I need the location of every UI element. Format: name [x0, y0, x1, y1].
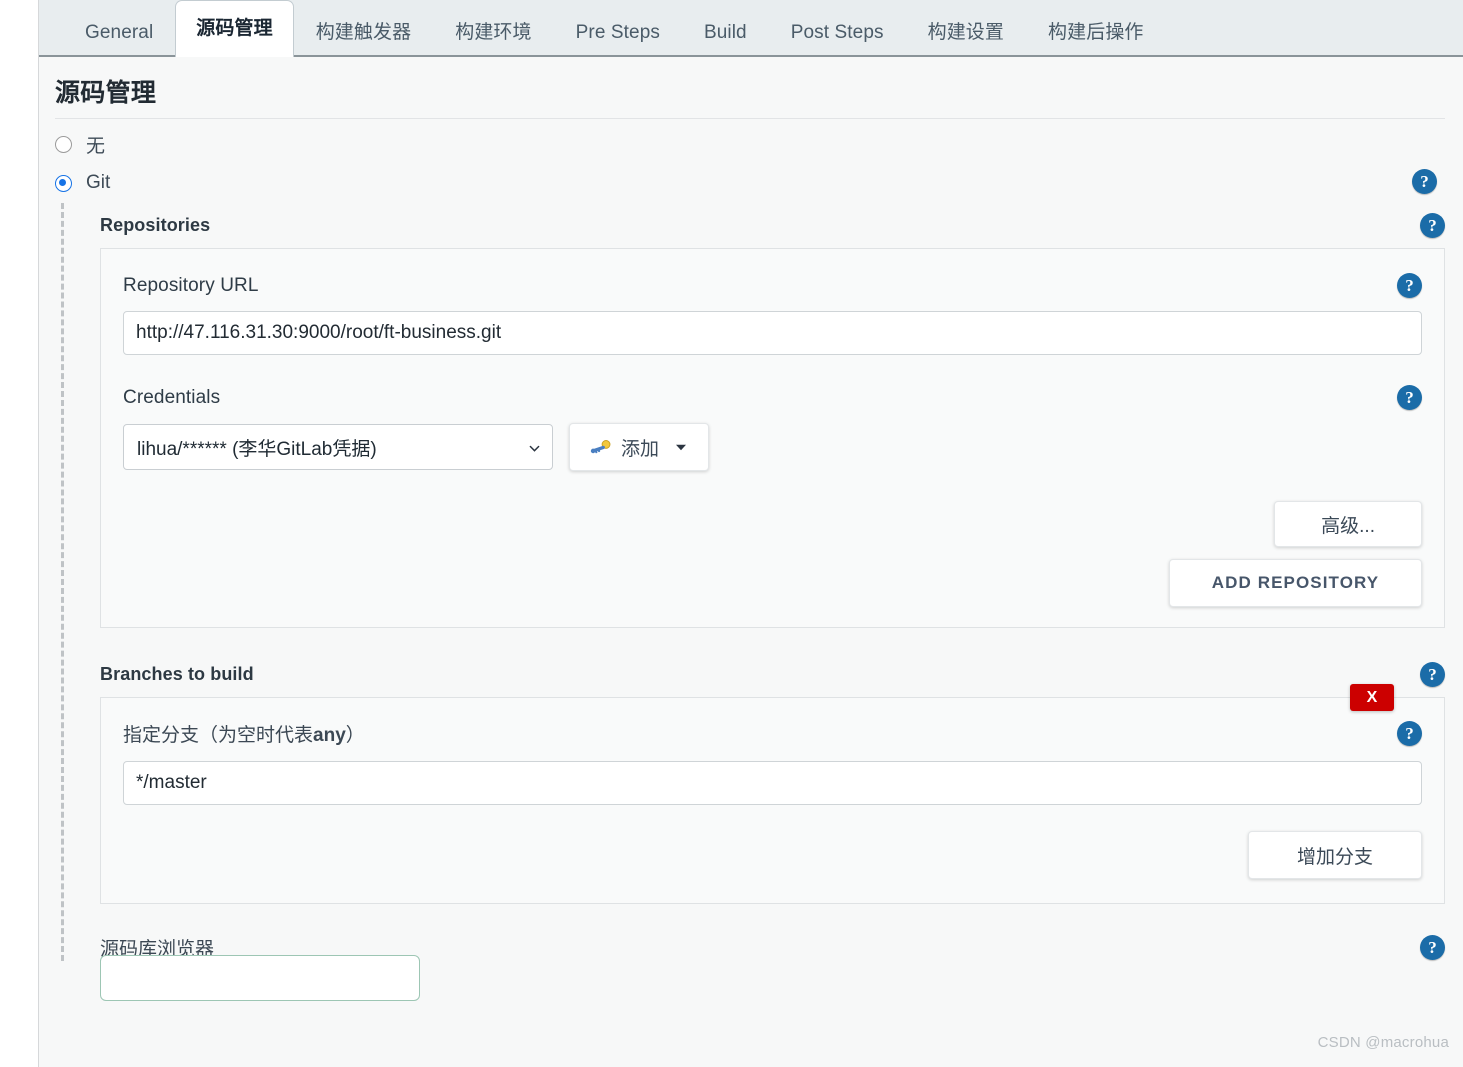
- add-repository-button[interactable]: ADD REPOSITORY: [1169, 559, 1422, 607]
- branch-panel: X 指定分支（为空时代表any） ? 增加分支: [100, 684, 1445, 904]
- radio-git[interactable]: [55, 174, 72, 192]
- branches-header: Branches to build ?: [100, 662, 1445, 687]
- caret-down-icon: [676, 444, 687, 451]
- tab-pre-steps[interactable]: Pre Steps: [554, 11, 682, 55]
- tab-source-code-management[interactable]: 源码管理: [175, 0, 294, 57]
- help-icon-credentials[interactable]: ?: [1397, 385, 1422, 410]
- branch-spec-label-suffix: ）: [345, 725, 365, 746]
- git-scm-body: Repositories ? Repository URL ? Credenti…: [61, 203, 1463, 1001]
- page-title: 源码管理: [55, 79, 157, 107]
- add-branch-button[interactable]: 增加分支: [1247, 831, 1422, 879]
- jenkins-job-config-page: General 源码管理 构建触发器 构建环境 Pre Steps Build …: [0, 0, 1463, 1067]
- repositories-label: Repositories: [100, 215, 211, 235]
- credentials-row: lihua/****** (李华GitLab凭据) 添加: [123, 423, 1422, 471]
- branches-label: Branches to build: [100, 664, 254, 684]
- help-icon-repository-url[interactable]: ?: [1397, 273, 1422, 298]
- help-icon-branch-spec[interactable]: ?: [1397, 721, 1422, 746]
- advanced-button[interactable]: 高级...: [1274, 501, 1422, 547]
- help-icon-repositories[interactable]: ?: [1420, 213, 1445, 238]
- branch-spec-label-prefix: 指定分支（为空时代表: [123, 725, 314, 746]
- scm-option-git[interactable]: Git ?: [39, 163, 1463, 203]
- watermark: CSDN @macrohua: [1317, 1034, 1449, 1051]
- credentials-select[interactable]: lihua/****** (李华GitLab凭据): [123, 424, 553, 470]
- repository-browser-select[interactable]: [100, 955, 420, 1001]
- credentials-header: Credentials ?: [123, 385, 1422, 410]
- credentials-select-value: lihua/****** (李华GitLab凭据): [137, 438, 377, 460]
- scm-option-none[interactable]: 无: [39, 125, 1463, 163]
- tab-build-triggers[interactable]: 构建触发器: [294, 11, 434, 55]
- add-credentials-label: 添加: [621, 438, 660, 460]
- key-icon: [590, 440, 611, 454]
- radio-none[interactable]: [55, 135, 72, 153]
- tab-build-settings[interactable]: 构建设置: [906, 11, 1026, 55]
- tab-post-build-actions[interactable]: 构建后操作: [1026, 11, 1166, 55]
- repositories-header: Repositories ?: [100, 213, 1445, 238]
- add-branch-button-row: 增加分支: [123, 831, 1422, 879]
- repository-url-input[interactable]: [123, 311, 1422, 355]
- credentials-label: Credentials: [123, 386, 221, 408]
- add-credentials-button[interactable]: 添加: [569, 423, 710, 471]
- repository-panel-inner: Repository URL ? Credentials ? lihua/***…: [101, 249, 1444, 627]
- delete-branch-button[interactable]: X: [1350, 684, 1394, 711]
- scm-option-git-label: Git: [86, 172, 111, 193]
- tab-build-environment[interactable]: 构建环境: [433, 11, 553, 55]
- branch-panel-inner: 指定分支（为空时代表any） ? 增加分支: [101, 698, 1444, 903]
- add-repository-button-row: ADD REPOSITORY: [123, 559, 1422, 607]
- branch-spec-header: 指定分支（为空时代表any） ?: [123, 720, 1422, 747]
- scm-option-none-label: 无: [86, 135, 106, 157]
- branch-spec-label: 指定分支（为空时代表any）: [123, 720, 365, 747]
- help-icon-branches[interactable]: ?: [1420, 662, 1445, 687]
- repository-panel: Repository URL ? Credentials ? lihua/***…: [100, 248, 1445, 628]
- page-column: General 源码管理 构建触发器 构建环境 Pre Steps Build …: [38, 0, 1463, 1067]
- chevron-down-icon: [529, 445, 540, 452]
- repository-url-header: Repository URL ?: [123, 273, 1422, 298]
- help-icon-git[interactable]: ?: [1412, 169, 1437, 194]
- help-icon-repository-browser[interactable]: ?: [1420, 935, 1445, 960]
- advanced-button-row: 高级...: [123, 501, 1422, 547]
- title-divider: [55, 118, 1445, 119]
- config-tab-bar: General 源码管理 构建触发器 构建环境 Pre Steps Build …: [39, 0, 1463, 57]
- tab-general[interactable]: General: [63, 11, 175, 55]
- tab-build[interactable]: Build: [682, 11, 769, 55]
- repository-url-label: Repository URL: [123, 274, 259, 296]
- branch-spec-input[interactable]: [123, 761, 1422, 805]
- branch-spec-label-bold: any: [313, 725, 346, 746]
- tab-post-steps[interactable]: Post Steps: [769, 11, 906, 55]
